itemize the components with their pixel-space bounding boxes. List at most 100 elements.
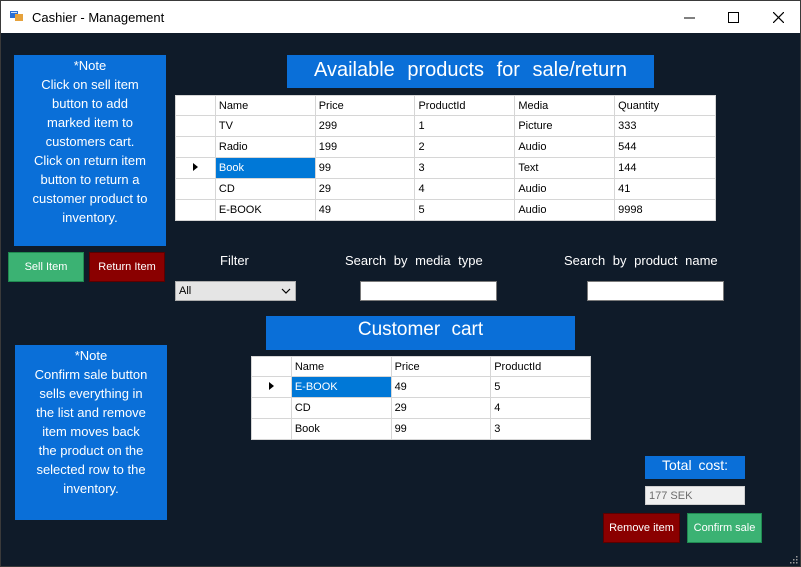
table-row[interactable]: CD 29 4 Audio 41 xyxy=(175,178,716,200)
column-header-quantity[interactable]: Quantity xyxy=(614,95,716,116)
column-header-productid[interactable]: ProductId xyxy=(414,95,516,116)
cell-price[interactable]: 29 xyxy=(314,178,416,200)
table-row[interactable]: E-BOOK 49 5 Audio 9998 xyxy=(175,199,716,221)
table-row[interactable]: Book 99 3 xyxy=(251,418,591,440)
cell-productid[interactable]: 5 xyxy=(490,376,591,398)
confirm-sale-button[interactable]: Confirm sale xyxy=(687,513,762,543)
resize-grip-icon[interactable] xyxy=(788,554,798,564)
remove-item-button[interactable]: Remove item xyxy=(603,513,680,543)
cell-quantity[interactable]: 333 xyxy=(614,115,716,137)
note-line: sells everything in xyxy=(39,386,143,401)
note-line: the product on the xyxy=(38,443,144,458)
title-bar: Cashier - Management xyxy=(1,1,800,33)
cell-price[interactable]: 49 xyxy=(314,199,416,221)
row-header[interactable] xyxy=(175,136,216,158)
cell-name[interactable]: Radio xyxy=(214,136,316,158)
name-search-input[interactable] xyxy=(587,281,724,301)
minimize-button[interactable] xyxy=(666,1,712,33)
media-search-input[interactable] xyxy=(360,281,497,301)
table-row[interactable]: Radio 199 2 Audio 544 xyxy=(175,136,716,158)
table-header-row: Name Price ProductId Media Quantity xyxy=(175,95,716,116)
products-heading: Available products for sale/return xyxy=(287,55,654,88)
cell-name[interactable]: CD xyxy=(214,178,316,200)
table-row-selected[interactable]: Book 99 3 Text 144 xyxy=(175,157,716,179)
note-line: customer product to xyxy=(32,191,148,206)
row-header[interactable] xyxy=(251,376,292,398)
cell-productid[interactable]: 1 xyxy=(414,115,516,137)
cell-quantity[interactable]: 144 xyxy=(614,157,716,179)
cell-media[interactable]: Text xyxy=(514,157,616,179)
row-header[interactable] xyxy=(175,178,216,200)
cell-price[interactable]: 199 xyxy=(314,136,416,158)
window-title: Cashier - Management xyxy=(32,10,165,25)
cell-name[interactable]: Book xyxy=(290,418,392,440)
cell-quantity[interactable]: 41 xyxy=(614,178,716,200)
cell-productid[interactable]: 4 xyxy=(414,178,516,200)
cell-name[interactable]: E-BOOK xyxy=(214,199,316,221)
cell-media[interactable]: Audio xyxy=(514,199,616,221)
row-header-corner xyxy=(251,356,292,377)
row-header[interactable] xyxy=(251,418,292,440)
cell-media[interactable]: Picture xyxy=(514,115,616,137)
filter-dropdown[interactable]: All xyxy=(175,281,296,301)
column-header-price[interactable]: Price xyxy=(314,95,416,116)
cell-productid[interactable]: 3 xyxy=(490,418,591,440)
note-line: selected row to the xyxy=(36,462,146,477)
cell-media[interactable]: Audio xyxy=(514,178,616,200)
name-search-label: Search by product name xyxy=(564,253,718,268)
table-row[interactable]: CD 29 4 xyxy=(251,397,591,419)
chevron-down-icon xyxy=(281,288,291,294)
note-panel-confirm: *Note Confirm sale button sells everythi… xyxy=(15,345,167,520)
note-line: inventory. xyxy=(62,210,118,225)
cell-price[interactable]: 29 xyxy=(390,397,492,419)
column-header-name[interactable]: Name xyxy=(214,95,316,116)
cell-quantity[interactable]: 544 xyxy=(614,136,716,158)
table-row-selected[interactable]: E-BOOK 49 5 xyxy=(251,376,591,398)
media-search-label: Search by media type xyxy=(345,253,483,268)
note-heading: *Note xyxy=(74,348,108,363)
row-header[interactable] xyxy=(175,115,216,137)
table-header-row: Name Price ProductId xyxy=(251,356,591,377)
sell-item-button[interactable]: Sell Item xyxy=(8,252,84,282)
note-line: marked item to xyxy=(47,115,133,130)
note-line: item moves back xyxy=(42,424,140,439)
note-heading: *Note xyxy=(73,58,107,73)
app-window: Cashier - Management *Note Click on sell… xyxy=(0,0,801,567)
note-line: Click on sell item xyxy=(41,77,139,92)
note-line: customers cart. xyxy=(45,134,135,149)
cell-productid[interactable]: 3 xyxy=(414,157,516,179)
close-button[interactable] xyxy=(755,1,800,33)
cell-name[interactable]: TV xyxy=(214,115,316,137)
note-line: inventory. xyxy=(63,481,119,496)
app-icon xyxy=(10,11,23,21)
cell-name[interactable]: E-BOOK xyxy=(290,376,392,398)
note-line: Confirm sale button xyxy=(34,367,148,382)
row-header[interactable] xyxy=(175,199,216,221)
note-panel-sell: *Note Click on sell item button to add m… xyxy=(14,55,166,246)
column-header-name[interactable]: Name xyxy=(290,356,392,377)
total-cost-label: Total cost: xyxy=(645,456,745,479)
cell-productid[interactable]: 4 xyxy=(490,397,591,419)
cell-name[interactable]: CD xyxy=(290,397,392,419)
column-header-productid[interactable]: ProductId xyxy=(490,356,591,377)
table-row[interactable]: TV 299 1 Picture 333 xyxy=(175,115,716,137)
row-header[interactable] xyxy=(175,157,216,179)
cell-price[interactable]: 299 xyxy=(314,115,416,137)
column-header-media[interactable]: Media xyxy=(514,95,616,116)
filter-dropdown-value: All xyxy=(179,285,192,297)
cell-media[interactable]: Audio xyxy=(514,136,616,158)
cell-price[interactable]: 99 xyxy=(390,418,492,440)
cell-price[interactable]: 99 xyxy=(314,157,416,179)
maximize-button[interactable] xyxy=(710,1,756,33)
cart-table: Name Price ProductId E-BOOK 49 5 CD 29 4… xyxy=(251,356,591,440)
cell-productid[interactable]: 5 xyxy=(414,199,516,221)
cell-price[interactable]: 49 xyxy=(390,376,492,398)
row-header[interactable] xyxy=(251,397,292,419)
filter-label: Filter xyxy=(220,253,249,268)
return-item-button[interactable]: Return Item xyxy=(89,252,165,282)
cell-name[interactable]: Book xyxy=(214,157,316,179)
cell-quantity[interactable]: 9998 xyxy=(614,199,716,221)
column-header-price[interactable]: Price xyxy=(390,356,492,377)
cell-productid[interactable]: 2 xyxy=(414,136,516,158)
total-cost-field: 177 SEK xyxy=(645,486,745,505)
